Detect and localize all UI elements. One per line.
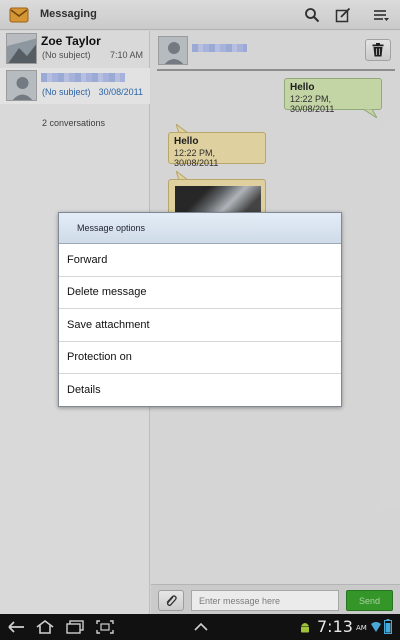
status-clock: 7:13 [317,617,353,636]
battery-icon [384,619,392,634]
recent-apps-button[interactable] [62,617,88,637]
system-bar: 7:13 AM [0,614,400,640]
home-button[interactable] [32,617,58,637]
recent-apps-icon [66,620,84,634]
screenshot-button[interactable] [92,617,118,637]
back-button[interactable] [4,617,30,637]
menu-item-forward[interactable]: Forward [59,244,341,277]
chevron-up-icon [194,622,208,631]
menu-item-protection-on[interactable]: Protection on [59,342,341,374]
quick-panel-button[interactable] [188,617,214,637]
android-debug-icon [301,623,309,633]
wifi-icon [371,622,381,632]
back-icon [8,621,24,633]
screenshot-icon [96,620,114,634]
message-options-dialog: Message options Forward Delete message S… [58,212,342,407]
menu-item-delete-message[interactable]: Delete message [59,277,341,309]
menu-item-details[interactable]: Details [59,374,341,407]
menu-item-save-attachment[interactable]: Save attachment [59,309,341,342]
status-ampm: AM [356,624,367,632]
dialog-title: Message options [59,213,341,244]
home-icon [36,620,54,634]
